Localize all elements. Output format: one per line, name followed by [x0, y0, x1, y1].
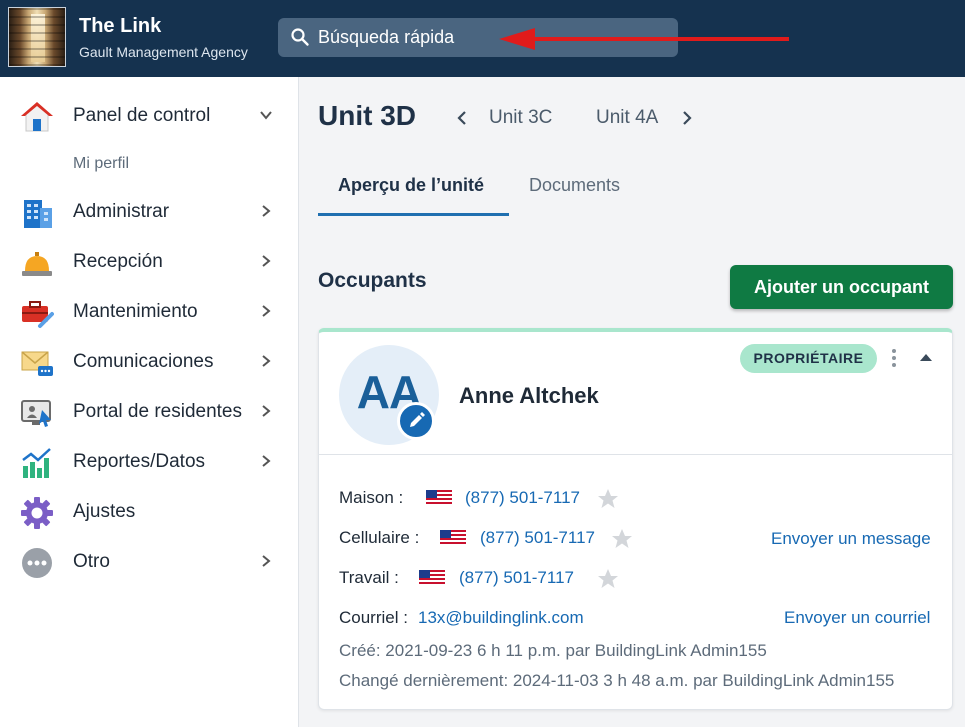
- chevron-right-icon: [262, 455, 271, 467]
- chevron-right-icon: [262, 305, 271, 317]
- app-subtitle: Gault Management Agency: [79, 44, 248, 60]
- add-occupant-button[interactable]: Ajouter un occupant: [730, 265, 953, 309]
- sidebar-item-recepcion[interactable]: Recepción: [0, 240, 299, 284]
- active-tab-indicator: [318, 213, 509, 216]
- sidebar-item-comunicaciones[interactable]: Comunicaciones: [0, 340, 299, 384]
- tab-unit-overview[interactable]: Aperçu de l’unité: [338, 175, 484, 196]
- us-flag-icon: [426, 490, 452, 505]
- bar-chart-icon: [22, 448, 51, 478]
- next-unit-link[interactable]: Unit 4A: [596, 107, 658, 129]
- sidebar-item-label: Mantenimiento: [73, 301, 198, 322]
- owner-status-badge: PROPRIÉTAIRE: [740, 344, 877, 373]
- created-info: Créé: 2021-09-23 6 h 11 p.m. par Buildin…: [339, 641, 767, 660]
- sidebar-item-label: Recepción: [73, 251, 163, 272]
- us-flag-icon: [440, 530, 466, 545]
- sidebar-item-label: Administrar: [73, 201, 170, 222]
- sidebar-item-portal-de-residentes[interactable]: Portal de residentes: [0, 390, 299, 434]
- sidebar-item-label: Portal de residentes: [73, 401, 242, 422]
- star-icon[interactable]: [611, 528, 633, 550]
- search-icon: [291, 28, 309, 46]
- more-options-icon[interactable]: [887, 346, 901, 370]
- work-phone-label: Travail :: [339, 568, 399, 587]
- previous-unit-link[interactable]: Unit 3C: [489, 107, 552, 129]
- building-logo-image[interactable]: [8, 7, 66, 67]
- sidebar-item-otro[interactable]: Otro: [0, 540, 299, 584]
- chevron-right-icon: [262, 255, 271, 267]
- red-annotation-arrow: [499, 28, 789, 50]
- send-message-link[interactable]: Envoyer un message: [771, 529, 931, 549]
- chevron-right-icon: [262, 555, 271, 567]
- sidebar-subitem-mi-perfil[interactable]: Mi perfil: [73, 155, 129, 173]
- building-icon: [24, 200, 52, 228]
- chevron-right-icon: [262, 205, 271, 217]
- more-dots-icon: [22, 548, 52, 578]
- sidebar-item-label: Ajustes: [73, 501, 136, 522]
- sidebar-item-label: Reportes/Datos: [73, 451, 206, 472]
- cell-phone-label: Cellulaire :: [339, 528, 420, 547]
- cell-phone-link[interactable]: (877) 501-7117: [480, 528, 595, 548]
- card-divider: [319, 454, 952, 455]
- edit-occupant-button[interactable]: [397, 402, 435, 440]
- occupants-section-title: Occupants: [318, 269, 427, 292]
- toolbox-icon: [22, 301, 54, 328]
- sidebar-item-reportes-datos[interactable]: Reportes/Datos: [0, 440, 299, 484]
- chevron-down-icon[interactable]: [259, 108, 273, 122]
- home-phone-label: Maison :: [339, 488, 404, 507]
- sidebar: Panel de control Mi perfil Administrar R…: [0, 77, 299, 727]
- sidebar-item-label: Comunicaciones: [73, 351, 214, 372]
- house-icon: [21, 102, 53, 132]
- app-title: The Link: [79, 15, 162, 37]
- pencil-icon: [410, 412, 425, 427]
- last-changed-info: Changé dernièrement: 2024-11-03 3 h 48 a…: [339, 671, 895, 690]
- sidebar-item-administrar[interactable]: Administrar: [0, 190, 299, 234]
- work-phone-link[interactable]: (877) 501-7117: [459, 568, 574, 588]
- service-bell-icon: [22, 252, 52, 276]
- home-phone-link[interactable]: (877) 501-7117: [465, 488, 580, 508]
- chevron-right-icon: [262, 355, 271, 367]
- previous-unit-chevron-icon[interactable]: [455, 107, 469, 129]
- us-flag-icon: [419, 570, 445, 585]
- collapse-caret-icon[interactable]: [919, 351, 933, 363]
- email-label: Courriel :: [339, 608, 408, 627]
- sidebar-item-label: Panel de control: [73, 105, 211, 126]
- resident-portal-icon: [21, 400, 51, 427]
- sidebar-item-mantenimiento[interactable]: Mantenimiento: [0, 290, 299, 334]
- tab-documents[interactable]: Documents: [529, 175, 620, 196]
- star-icon[interactable]: [597, 488, 619, 510]
- sidebar-item-label: Otro: [73, 551, 110, 572]
- email-link[interactable]: 13x@buildinglink.com: [418, 608, 584, 628]
- occupant-card: AA Anne Altchek PROPRIÉTAIRE Maison : (8…: [318, 328, 953, 710]
- next-unit-chevron-icon[interactable]: [680, 107, 694, 129]
- gear-icon: [21, 497, 53, 529]
- occupant-name: Anne Altchek: [459, 383, 599, 408]
- unit-title: Unit 3D: [318, 100, 416, 131]
- sidebar-item-ajustes[interactable]: Ajustes: [0, 490, 299, 534]
- star-icon[interactable]: [597, 568, 619, 590]
- top-header: The Link Gault Management Agency: [0, 0, 965, 77]
- send-email-link[interactable]: Envoyer un courriel: [784, 608, 930, 628]
- sidebar-item-panel-de-control[interactable]: Panel de control: [0, 94, 299, 138]
- chevron-right-icon: [262, 405, 271, 417]
- envelope-chat-icon: [21, 351, 53, 376]
